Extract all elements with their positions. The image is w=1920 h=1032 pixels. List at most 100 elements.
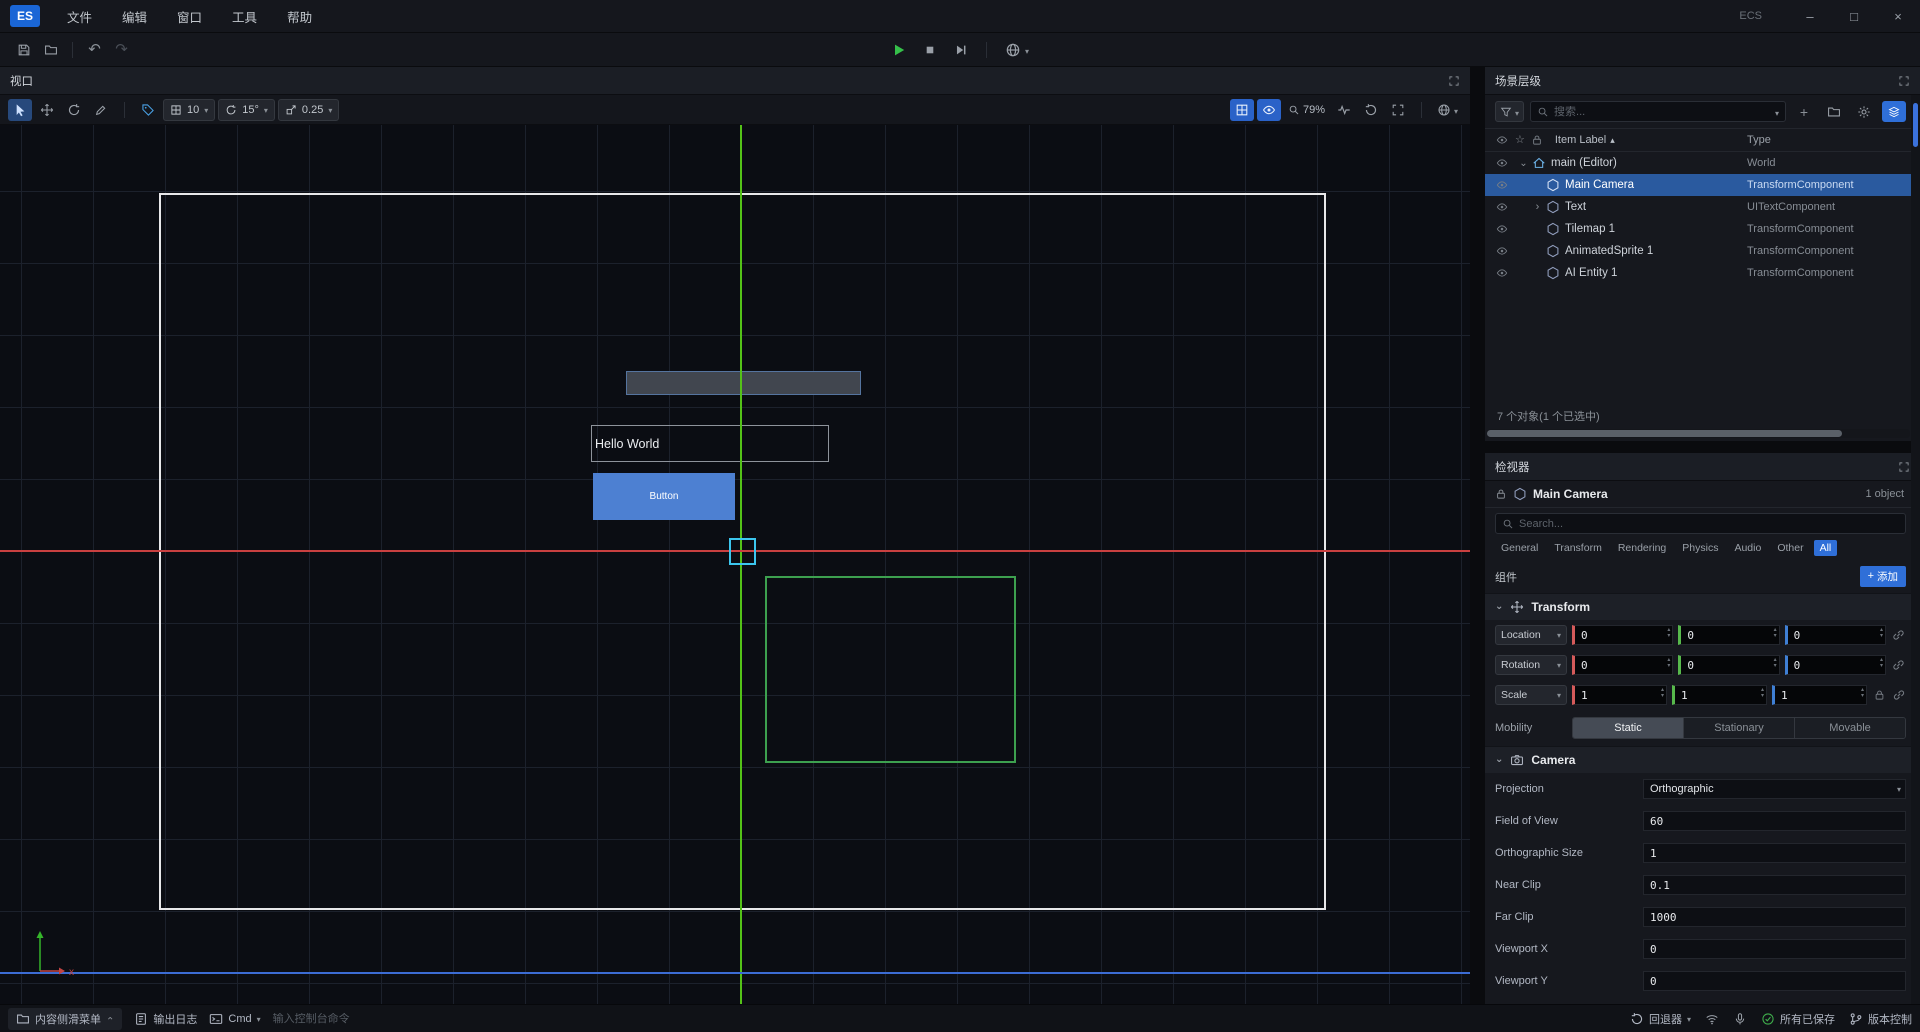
tree-row-text[interactable]: Text UITextComponent	[1485, 196, 1920, 218]
console-command-input[interactable]	[273, 1013, 483, 1025]
spinner-icon[interactable]	[1667, 657, 1670, 669]
rotation-y-field[interactable]	[1678, 655, 1779, 675]
content-drawer-button[interactable]: 内容侧滑菜单	[8, 1008, 122, 1030]
open-button[interactable]	[37, 38, 64, 62]
scene-canvas[interactable]: Hello World Button x	[0, 125, 1470, 1004]
stats-button[interactable]	[1332, 99, 1356, 121]
mobility-movable[interactable]: Movable	[1795, 718, 1905, 738]
add-entity-button[interactable]: +	[1792, 101, 1816, 122]
tag-tool-button[interactable]	[136, 99, 160, 121]
maximize-button[interactable]: □	[1832, 0, 1876, 33]
selection-gizmo[interactable]	[729, 538, 756, 565]
minimize-button[interactable]: –	[1788, 0, 1832, 33]
menu-file[interactable]: 文件	[52, 0, 107, 33]
location-z-input[interactable]	[1788, 629, 1885, 642]
network-icon[interactable]	[1705, 1012, 1719, 1026]
scale-x-input[interactable]	[1575, 689, 1666, 702]
spinner-icon[interactable]	[1880, 657, 1883, 669]
spinner-icon[interactable]	[1761, 687, 1764, 699]
tab-general[interactable]: General	[1495, 540, 1544, 556]
rotation-x-input[interactable]	[1575, 659, 1672, 672]
hierarchy-search[interactable]	[1530, 101, 1786, 122]
inspector-search-input[interactable]	[1519, 518, 1899, 530]
tree-row-ai-entity[interactable]: AI Entity 1 TransformComponent	[1485, 262, 1920, 284]
location-z-field[interactable]	[1785, 625, 1886, 645]
lock-icon[interactable]	[1872, 689, 1887, 701]
grid-toggle-button[interactable]	[1230, 99, 1254, 121]
menu-window[interactable]: 窗口	[162, 0, 217, 33]
viewport-x-input[interactable]	[1644, 943, 1905, 956]
chevron-down-icon[interactable]	[1517, 158, 1530, 169]
expand-panel-icon[interactable]	[1898, 75, 1910, 87]
link-icon[interactable]	[1892, 688, 1906, 702]
tab-audio[interactable]: Audio	[1728, 540, 1767, 556]
hierarchy-column-header[interactable]: Item Label ▴ Type	[1485, 128, 1920, 152]
near-clip-field[interactable]	[1643, 875, 1906, 895]
near-clip-input[interactable]	[1644, 879, 1905, 892]
visibility-toggle-button[interactable]	[1257, 99, 1281, 121]
scrollbar-thumb[interactable]	[1487, 430, 1842, 437]
inspector-search[interactable]	[1495, 513, 1906, 534]
platform-dropdown[interactable]	[999, 38, 1035, 62]
tree-row-tilemap[interactable]: Tilemap 1 TransformComponent	[1485, 218, 1920, 240]
spinner-icon[interactable]	[1774, 627, 1777, 639]
column-item-label[interactable]: Item Label ▴	[1555, 134, 1741, 146]
close-button[interactable]: ×	[1876, 0, 1920, 33]
viewport-x-field[interactable]	[1643, 939, 1906, 959]
scale-z-input[interactable]	[1775, 689, 1866, 702]
edit-tool-button[interactable]	[89, 99, 113, 121]
tab-physics[interactable]: Physics	[1676, 540, 1724, 556]
zoom-control[interactable]: 79%	[1284, 99, 1329, 121]
world-dropdown[interactable]	[1433, 99, 1462, 121]
tab-rendering[interactable]: Rendering	[1612, 540, 1672, 556]
expand-panel-icon[interactable]	[1898, 461, 1910, 473]
sidebar-scrollbar[interactable]	[1911, 95, 1920, 1004]
tab-other[interactable]: Other	[1771, 540, 1809, 556]
rotation-dropdown[interactable]: Rotation	[1495, 655, 1567, 675]
spinner-icon[interactable]	[1880, 627, 1883, 639]
ortho-size-field[interactable]	[1643, 843, 1906, 863]
eye-icon[interactable]	[1495, 223, 1509, 235]
undo-button[interactable]: ↶	[81, 38, 108, 62]
menu-tools[interactable]: 工具	[217, 0, 272, 33]
tab-transform[interactable]: Transform	[1548, 540, 1607, 556]
menu-edit[interactable]: 编辑	[107, 0, 162, 33]
layers-button[interactable]	[1882, 101, 1906, 122]
spinner-icon[interactable]	[1861, 687, 1864, 699]
spinner-icon[interactable]	[1667, 627, 1670, 639]
column-type[interactable]: Type	[1747, 134, 1910, 146]
scale-y-input[interactable]	[1675, 689, 1766, 702]
mobility-stationary[interactable]: Stationary	[1684, 718, 1795, 738]
scale-snap-dropdown[interactable]: 0.25	[278, 99, 339, 121]
move-tool-button[interactable]	[35, 99, 59, 121]
eye-icon[interactable]	[1495, 245, 1509, 257]
rotation-x-field[interactable]	[1572, 655, 1673, 675]
text-object[interactable]: Hello World	[591, 425, 829, 462]
version-control-button[interactable]: 版本控制	[1849, 1011, 1912, 1027]
select-tool-button[interactable]	[8, 99, 32, 121]
far-clip-input[interactable]	[1644, 911, 1905, 924]
hierarchy-settings-button[interactable]	[1852, 101, 1876, 122]
link-icon[interactable]	[1891, 658, 1906, 672]
scale-x-field[interactable]	[1572, 685, 1667, 705]
output-log-button[interactable]: 输出日志	[134, 1011, 197, 1027]
mic-icon[interactable]	[1733, 1012, 1747, 1026]
ortho-size-input[interactable]	[1644, 847, 1905, 860]
redo-button[interactable]: ↷	[108, 38, 135, 62]
eye-icon[interactable]	[1495, 267, 1509, 279]
step-button[interactable]	[947, 38, 974, 62]
scale-dropdown[interactable]: Scale	[1495, 685, 1567, 705]
camera-section-header[interactable]: Camera	[1485, 746, 1920, 773]
lock-icon[interactable]	[1495, 488, 1507, 500]
rotation-z-field[interactable]	[1785, 655, 1886, 675]
fov-field[interactable]	[1643, 811, 1906, 831]
hierarchy-search-input[interactable]	[1554, 106, 1770, 118]
spinner-icon[interactable]	[1661, 687, 1664, 699]
location-y-field[interactable]	[1678, 625, 1779, 645]
scrollbar-thumb[interactable]	[1913, 103, 1918, 147]
rotation-y-input[interactable]	[1681, 659, 1778, 672]
transform-section-header[interactable]: Transform	[1485, 593, 1920, 620]
eye-icon[interactable]	[1495, 201, 1509, 213]
tree-row-main-camera[interactable]: Main Camera TransformComponent	[1485, 174, 1920, 196]
tilemap-object[interactable]	[626, 371, 861, 395]
